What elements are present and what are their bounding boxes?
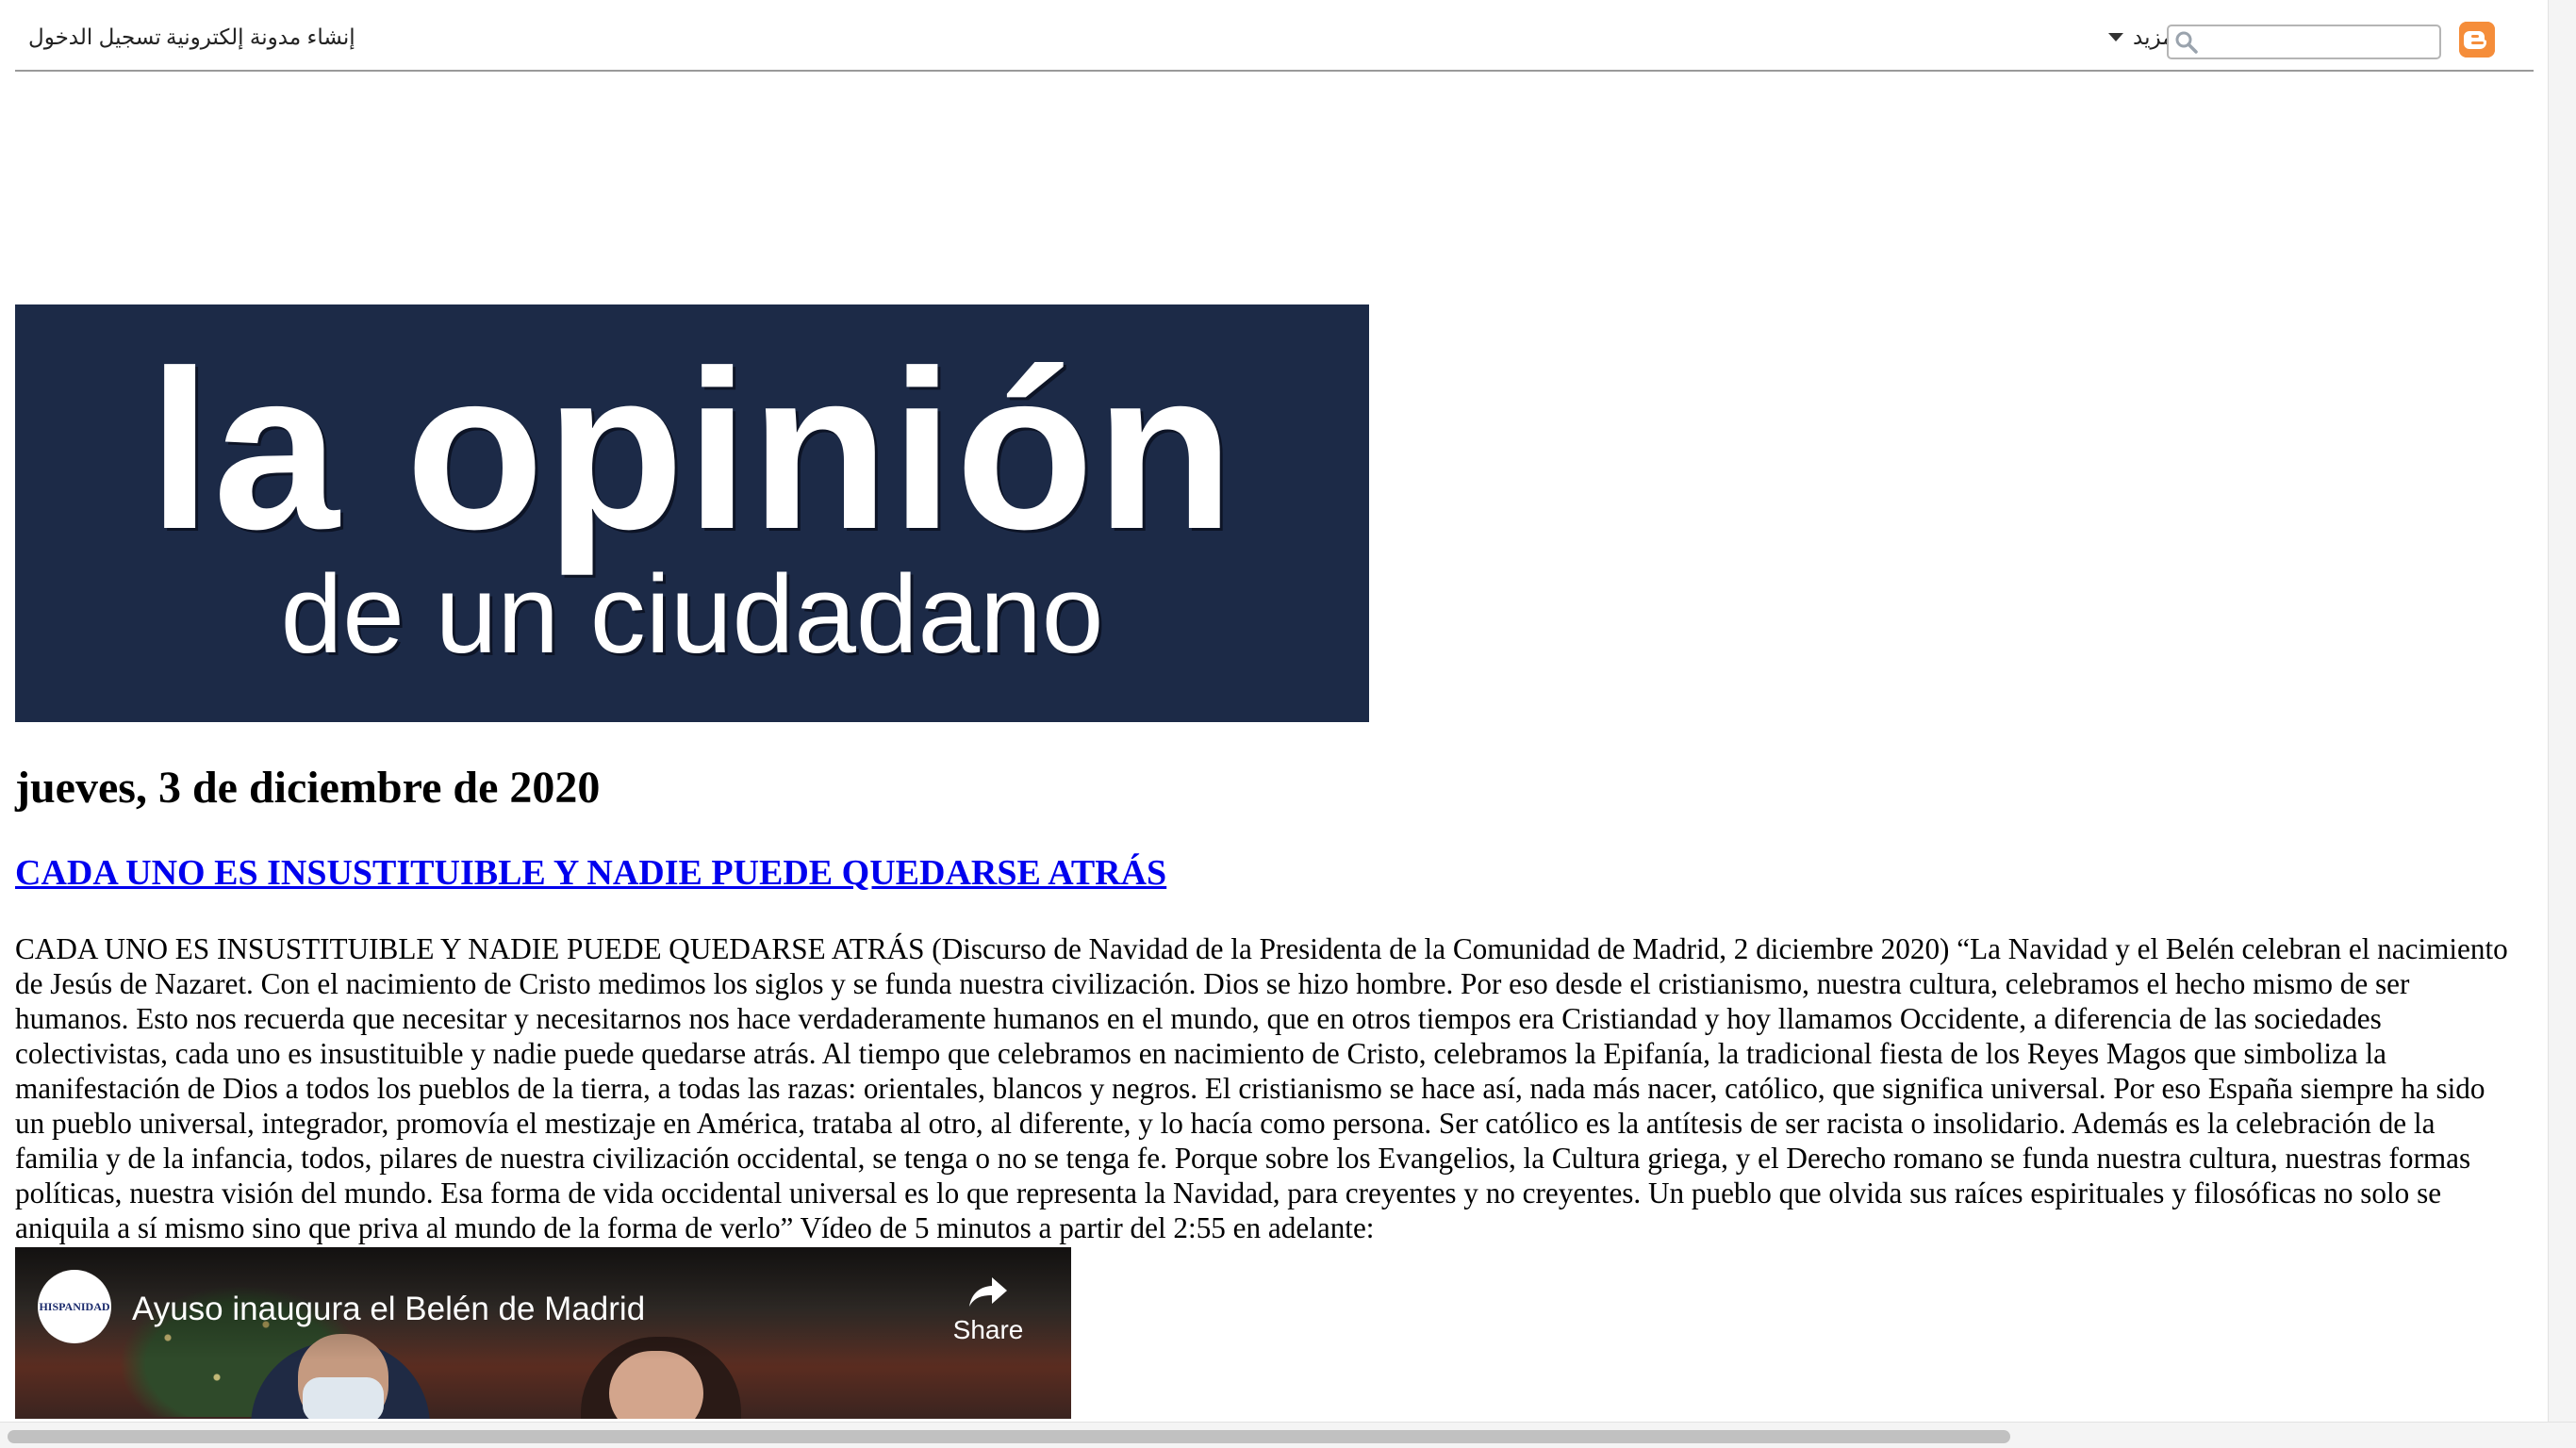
vertical-scrollbar[interactable] — [2548, 0, 2576, 1422]
blog-header-image[interactable]: la opinión de un ciudadano — [15, 304, 1369, 722]
video-title[interactable]: Ayuso inaugura el Belén de Madrid — [132, 1291, 645, 1328]
create-blog-link[interactable]: إنشاء مدونة إلكترونية — [166, 25, 355, 50]
share-arrow-icon — [969, 1277, 1007, 1307]
blog-subtitle: de un ciudadano — [280, 552, 1104, 677]
blogger-icon[interactable] — [2459, 22, 2495, 58]
share-button[interactable]: Share — [941, 1275, 1035, 1345]
video-thumbnail-face — [609, 1351, 703, 1419]
blog-title: la opinión — [148, 323, 1236, 576]
blogger-navbar: تسجيل الدخول إنشاء مدونة إلكترونية المزي… — [15, 0, 2534, 72]
post-body: CADA UNO ES INSUSTITUIBLE Y NADIE PUEDE … — [15, 932, 2508, 1244]
youtube-video-embed[interactable]: HISPANIDAD Ayuso inaugura el Belén de Ma… — [15, 1247, 1071, 1419]
sign-in-link[interactable]: تسجيل الدخول — [28, 25, 161, 50]
post-title: CADA UNO ES INSUSTITUIBLE Y NADIE PUEDE … — [15, 852, 1166, 894]
post-title-link[interactable]: CADA UNO ES INSUSTITUIBLE Y NADIE PUEDE … — [15, 853, 1166, 893]
search-input[interactable] — [2167, 25, 2441, 59]
search-icon — [2175, 31, 2198, 54]
share-label: Share — [952, 1315, 1024, 1344]
video-thumbnail-mask — [303, 1377, 384, 1419]
caret-down-icon — [2108, 33, 2123, 41]
horizontal-scrollbar[interactable] — [0, 1422, 2576, 1448]
channel-avatar[interactable]: HISPANIDAD — [38, 1270, 111, 1343]
post-date: jueves, 3 de diciembre de 2020 — [15, 763, 601, 813]
horizontal-scrollbar-thumb[interactable] — [8, 1430, 2010, 1443]
